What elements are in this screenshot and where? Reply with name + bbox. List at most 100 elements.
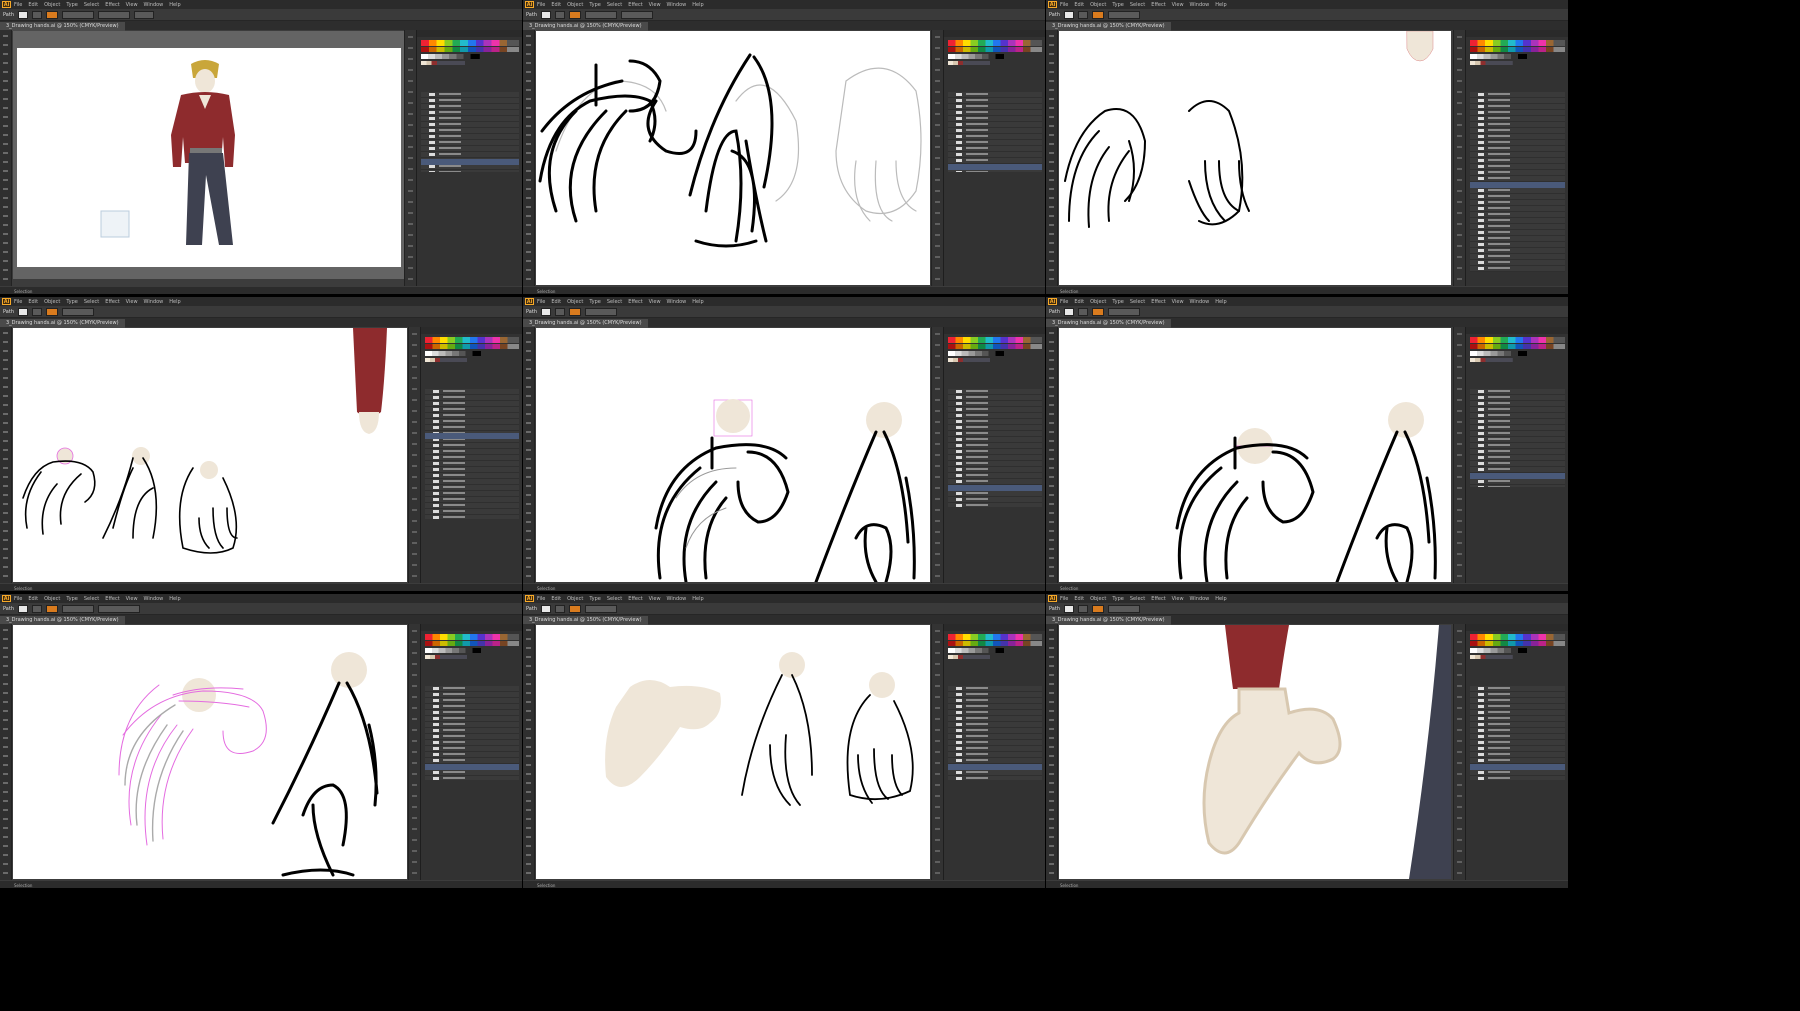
align-controls[interactable]	[97, 604, 140, 613]
menu-help[interactable]: Help	[1215, 596, 1226, 602]
menu-object[interactable]: Object	[567, 596, 583, 602]
menu-window[interactable]: Window	[1190, 596, 1210, 602]
menu-window[interactable]: Window	[1190, 2, 1210, 8]
tools-panel[interactable]	[523, 327, 535, 583]
menu-view[interactable]: View	[649, 596, 661, 602]
menu-file[interactable]: File	[1060, 299, 1068, 305]
menu-object[interactable]: Object	[44, 299, 60, 305]
menu-effect[interactable]: Effect	[1151, 299, 1165, 305]
selected-layer-row[interactable]	[948, 164, 1042, 170]
menu-help[interactable]: Help	[1215, 299, 1226, 305]
artboard[interactable]	[1059, 31, 1451, 285]
artboard[interactable]	[1059, 328, 1451, 582]
selected-layer-row[interactable]	[425, 433, 519, 439]
menu-window[interactable]: Window	[1190, 299, 1210, 305]
menu-type[interactable]: Type	[1112, 2, 1123, 8]
menu-object[interactable]: Object	[44, 2, 60, 8]
layers-panel[interactable]	[948, 389, 1042, 507]
panel-dock[interactable]	[404, 30, 416, 286]
tools-panel[interactable]	[0, 624, 12, 880]
menu-view[interactable]: View	[1172, 299, 1184, 305]
document-tab[interactable]: 3_Drawing hands.ai @ 150% (CMYK/Preview)	[1046, 319, 1171, 328]
stroke-swatch[interactable]	[1077, 10, 1088, 19]
layers-panel[interactable]	[421, 92, 519, 172]
menu-file[interactable]: File	[537, 2, 545, 8]
artboard[interactable]	[1059, 625, 1451, 879]
tools-panel[interactable]	[1046, 327, 1058, 583]
menu-select[interactable]: Select	[607, 299, 622, 305]
document-tab[interactable]: 3_Drawing hands.ai @ 150% (CMYK/Preview)	[523, 319, 648, 328]
menu-effect[interactable]: Effect	[1151, 596, 1165, 602]
menu-object[interactable]: Object	[1090, 596, 1106, 602]
stroke-swatch[interactable]	[1077, 604, 1088, 613]
stroke-weight[interactable]	[45, 10, 58, 19]
layers-panel[interactable]	[1470, 389, 1565, 487]
menu-file[interactable]: File	[14, 2, 22, 8]
stroke-weight[interactable]	[45, 604, 58, 613]
menu-help[interactable]: Help	[169, 2, 180, 8]
variable-width-profile[interactable]	[1107, 604, 1140, 613]
menu-edit[interactable]: Edit	[28, 2, 38, 8]
menu-window[interactable]: Window	[667, 2, 687, 8]
menu-effect[interactable]: Effect	[105, 596, 119, 602]
menu-file[interactable]: File	[537, 299, 545, 305]
menu-effect[interactable]: Effect	[105, 299, 119, 305]
menu-file[interactable]: File	[1060, 596, 1068, 602]
document-tab[interactable]: 3_Drawing hands.ai @ 150% (CMYK/Preview)	[523, 616, 648, 625]
selected-layer-row[interactable]	[425, 764, 519, 770]
menu-help[interactable]: Help	[1215, 2, 1226, 8]
variable-width-profile[interactable]	[61, 604, 94, 613]
menu-type[interactable]: Type	[66, 299, 77, 305]
swatches-panel[interactable]	[425, 337, 519, 363]
panel-tabs[interactable]	[417, 30, 522, 37]
menu-type[interactable]: Type	[589, 299, 600, 305]
menu-select[interactable]: Select	[1130, 596, 1145, 602]
layers-panel[interactable]	[425, 389, 519, 519]
menu-type[interactable]: Type	[1112, 299, 1123, 305]
fill-swatch[interactable]	[540, 604, 551, 613]
fill-swatch[interactable]	[540, 10, 551, 19]
selected-layer-row[interactable]	[1470, 473, 1565, 479]
variable-width-profile[interactable]	[1107, 10, 1140, 19]
opacity-field[interactable]	[133, 10, 154, 19]
brush-definition[interactable]	[97, 10, 130, 19]
stroke-swatch[interactable]	[31, 307, 42, 316]
tools-panel[interactable]	[523, 624, 535, 880]
swatches-panel[interactable]	[948, 337, 1042, 363]
artboard[interactable]	[536, 31, 930, 285]
menu-file[interactable]: File	[537, 596, 545, 602]
menu-help[interactable]: Help	[169, 596, 180, 602]
swatches-panel[interactable]	[948, 40, 1042, 66]
menu-object[interactable]: Object	[567, 2, 583, 8]
stroke-weight[interactable]	[568, 10, 581, 19]
menu-object[interactable]: Object	[567, 299, 583, 305]
menu-select[interactable]: Select	[84, 299, 99, 305]
panel-tabs[interactable]	[1466, 30, 1568, 37]
tools-panel[interactable]	[1046, 624, 1058, 880]
selected-layer-row[interactable]	[1470, 182, 1565, 188]
menu-edit[interactable]: Edit	[551, 2, 561, 8]
menu-select[interactable]: Select	[1130, 299, 1145, 305]
stroke-weight[interactable]	[1091, 604, 1104, 613]
fill-swatch[interactable]	[17, 307, 28, 316]
menu-select[interactable]: Select	[607, 2, 622, 8]
swatches-panel[interactable]	[1470, 634, 1565, 660]
panel-dock[interactable]	[1453, 30, 1465, 286]
menu-select[interactable]: Select	[84, 596, 99, 602]
menu-view[interactable]: View	[649, 299, 661, 305]
menu-select[interactable]: Select	[1130, 2, 1145, 8]
artboard[interactable]	[13, 328, 407, 582]
artboard[interactable]	[13, 31, 411, 279]
selected-layer-row[interactable]	[421, 159, 519, 165]
menu-help[interactable]: Help	[692, 596, 703, 602]
layers-panel[interactable]	[425, 686, 519, 780]
menu-edit[interactable]: Edit	[1074, 596, 1084, 602]
fill-swatch[interactable]	[1063, 10, 1074, 19]
stroke-swatch[interactable]	[554, 604, 565, 613]
stroke-weight[interactable]	[1091, 10, 1104, 19]
document-tab[interactable]: 3_Drawing hands.ai @ 150% (CMYK/Preview)	[1046, 22, 1171, 31]
menu-view[interactable]: View	[126, 2, 138, 8]
stroke-swatch[interactable]	[31, 604, 42, 613]
swatches-panel[interactable]	[1470, 40, 1565, 66]
brush-definition[interactable]	[620, 10, 653, 19]
